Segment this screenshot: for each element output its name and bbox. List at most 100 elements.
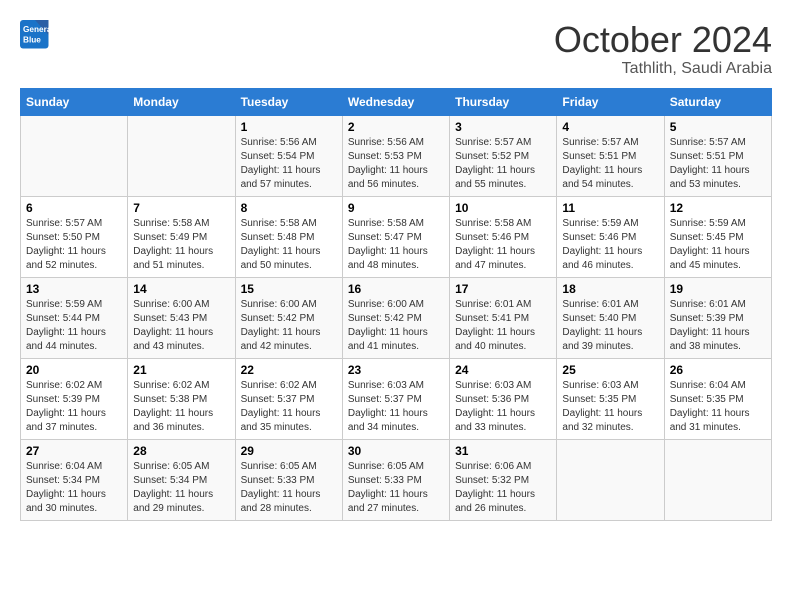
calendar-cell: 31 Sunrise: 6:06 AMSunset: 5:32 PMDayligh… bbox=[450, 439, 557, 520]
day-number: 18 bbox=[562, 282, 658, 296]
day-info: Sunrise: 6:03 AMSunset: 5:35 PMDaylight:… bbox=[562, 379, 658, 435]
calendar-table: SundayMondayTuesdayWednesdayThursdayFrid… bbox=[20, 88, 772, 521]
calendar-cell bbox=[557, 439, 664, 520]
day-number: 28 bbox=[133, 444, 229, 458]
svg-text:Blue: Blue bbox=[23, 36, 41, 45]
day-info: Sunrise: 6:02 AMSunset: 5:38 PMDaylight:… bbox=[133, 379, 229, 435]
col-header-thursday: Thursday bbox=[450, 88, 557, 115]
day-number: 17 bbox=[455, 282, 551, 296]
day-info: Sunrise: 6:05 AMSunset: 5:34 PMDaylight:… bbox=[133, 460, 229, 516]
calendar-cell bbox=[21, 115, 128, 196]
day-info: Sunrise: 5:58 AMSunset: 5:48 PMDaylight:… bbox=[241, 217, 337, 273]
day-number: 4 bbox=[562, 120, 658, 134]
calendar-cell: 13 Sunrise: 5:59 AMSunset: 5:44 PMDayligh… bbox=[21, 277, 128, 358]
day-info: Sunrise: 5:56 AMSunset: 5:54 PMDaylight:… bbox=[241, 136, 337, 192]
week-row-1: 1 Sunrise: 5:56 AMSunset: 5:54 PMDaylight… bbox=[21, 115, 772, 196]
day-info: Sunrise: 6:00 AMSunset: 5:43 PMDaylight:… bbox=[133, 298, 229, 354]
calendar-cell: 21 Sunrise: 6:02 AMSunset: 5:38 PMDayligh… bbox=[128, 358, 235, 439]
calendar-cell: 9 Sunrise: 5:58 AMSunset: 5:47 PMDaylight… bbox=[342, 196, 449, 277]
day-number: 6 bbox=[26, 201, 122, 215]
day-number: 9 bbox=[348, 201, 444, 215]
col-header-tuesday: Tuesday bbox=[235, 88, 342, 115]
day-info: Sunrise: 6:03 AMSunset: 5:37 PMDaylight:… bbox=[348, 379, 444, 435]
calendar-cell: 3 Sunrise: 5:57 AMSunset: 5:52 PMDaylight… bbox=[450, 115, 557, 196]
day-number: 15 bbox=[241, 282, 337, 296]
day-info: Sunrise: 6:05 AMSunset: 5:33 PMDaylight:… bbox=[348, 460, 444, 516]
calendar-cell: 28 Sunrise: 6:05 AMSunset: 5:34 PMDayligh… bbox=[128, 439, 235, 520]
day-number: 21 bbox=[133, 363, 229, 377]
calendar-cell: 17Sunrise: 6:01 AMSunset: 5:41 PMDayligh… bbox=[450, 277, 557, 358]
day-number: 31 bbox=[455, 444, 551, 458]
day-info: Sunrise: 5:58 AMSunset: 5:47 PMDaylight:… bbox=[348, 217, 444, 273]
day-number: 16 bbox=[348, 282, 444, 296]
day-number: 12 bbox=[670, 201, 766, 215]
col-header-monday: Monday bbox=[128, 88, 235, 115]
day-number: 19 bbox=[670, 282, 766, 296]
day-info: Sunrise: 6:06 AMSunset: 5:32 PMDaylight:… bbox=[455, 460, 551, 516]
day-number: 10 bbox=[455, 201, 551, 215]
day-info: Sunrise: 5:58 AMSunset: 5:49 PMDaylight:… bbox=[133, 217, 229, 273]
day-info: Sunrise: 5:58 AMSunset: 5:46 PMDaylight:… bbox=[455, 217, 551, 273]
day-info: Sunrise: 6:05 AMSunset: 5:33 PMDaylight:… bbox=[241, 460, 337, 516]
day-number: 24 bbox=[455, 363, 551, 377]
week-row-2: 6 Sunrise: 5:57 AMSunset: 5:50 PMDaylight… bbox=[21, 196, 772, 277]
day-info: Sunrise: 5:57 AMSunset: 5:52 PMDaylight:… bbox=[455, 136, 551, 192]
calendar-cell: 6 Sunrise: 5:57 AMSunset: 5:50 PMDaylight… bbox=[21, 196, 128, 277]
col-header-sunday: Sunday bbox=[21, 88, 128, 115]
day-info: Sunrise: 6:02 AMSunset: 5:37 PMDaylight:… bbox=[241, 379, 337, 435]
calendar-cell: 1 Sunrise: 5:56 AMSunset: 5:54 PMDaylight… bbox=[235, 115, 342, 196]
day-number: 25 bbox=[562, 363, 658, 377]
header-row: SundayMondayTuesdayWednesdayThursdayFrid… bbox=[21, 88, 772, 115]
location-subtitle: Tathlith, Saudi Arabia bbox=[554, 60, 772, 78]
calendar-cell: 15 Sunrise: 6:00 AMSunset: 5:42 PMDayligh… bbox=[235, 277, 342, 358]
col-header-friday: Friday bbox=[557, 88, 664, 115]
calendar-cell: 11 Sunrise: 5:59 AMSunset: 5:46 PMDayligh… bbox=[557, 196, 664, 277]
title-section: October 2024 Tathlith, Saudi Arabia bbox=[554, 20, 772, 78]
day-number: 5 bbox=[670, 120, 766, 134]
day-info: Sunrise: 5:57 AMSunset: 5:51 PMDaylight:… bbox=[562, 136, 658, 192]
col-header-saturday: Saturday bbox=[664, 88, 771, 115]
calendar-cell: 8 Sunrise: 5:58 AMSunset: 5:48 PMDaylight… bbox=[235, 196, 342, 277]
page-header: General Blue General Blue October 2024 T… bbox=[20, 20, 772, 78]
calendar-cell: 20Sunrise: 6:02 AMSunset: 5:39 PMDayligh… bbox=[21, 358, 128, 439]
day-number: 26 bbox=[670, 363, 766, 377]
day-info: Sunrise: 6:04 AMSunset: 5:34 PMDaylight:… bbox=[26, 460, 122, 516]
day-number: 11 bbox=[562, 201, 658, 215]
day-info: Sunrise: 5:57 AMSunset: 5:50 PMDaylight:… bbox=[26, 217, 122, 273]
day-info: Sunrise: 5:59 AMSunset: 5:44 PMDaylight:… bbox=[26, 298, 122, 354]
month-title: October 2024 bbox=[554, 20, 772, 60]
day-number: 29 bbox=[241, 444, 337, 458]
calendar-cell: 26 Sunrise: 6:04 AMSunset: 5:35 PMDayligh… bbox=[664, 358, 771, 439]
calendar-cell: 19Sunrise: 6:01 AMSunset: 5:39 PMDayligh… bbox=[664, 277, 771, 358]
day-info: Sunrise: 6:00 AMSunset: 5:42 PMDaylight:… bbox=[348, 298, 444, 354]
svg-text:General: General bbox=[23, 25, 50, 34]
day-number: 23 bbox=[348, 363, 444, 377]
day-info: Sunrise: 5:57 AMSunset: 5:51 PMDaylight:… bbox=[670, 136, 766, 192]
day-number: 8 bbox=[241, 201, 337, 215]
day-number: 13 bbox=[26, 282, 122, 296]
calendar-cell bbox=[664, 439, 771, 520]
calendar-cell: 2Sunrise: 5:56 AMSunset: 5:53 PMDaylight… bbox=[342, 115, 449, 196]
day-info: Sunrise: 6:03 AMSunset: 5:36 PMDaylight:… bbox=[455, 379, 551, 435]
col-header-wednesday: Wednesday bbox=[342, 88, 449, 115]
day-number: 30 bbox=[348, 444, 444, 458]
calendar-cell: 5 Sunrise: 5:57 AMSunset: 5:51 PMDaylight… bbox=[664, 115, 771, 196]
day-info: Sunrise: 5:59 AMSunset: 5:46 PMDaylight:… bbox=[562, 217, 658, 273]
day-number: 7 bbox=[133, 201, 229, 215]
calendar-cell: 24 Sunrise: 6:03 AMSunset: 5:36 PMDayligh… bbox=[450, 358, 557, 439]
day-number: 1 bbox=[241, 120, 337, 134]
day-number: 3 bbox=[455, 120, 551, 134]
day-info: Sunrise: 6:01 AMSunset: 5:40 PMDaylight:… bbox=[562, 298, 658, 354]
day-number: 20 bbox=[26, 363, 122, 377]
day-info: Sunrise: 6:04 AMSunset: 5:35 PMDaylight:… bbox=[670, 379, 766, 435]
day-number: 2 bbox=[348, 120, 444, 134]
logo: General Blue General Blue bbox=[20, 20, 54, 50]
calendar-cell: 18 Sunrise: 6:01 AMSunset: 5:40 PMDayligh… bbox=[557, 277, 664, 358]
calendar-cell: 16 Sunrise: 6:00 AMSunset: 5:42 PMDayligh… bbox=[342, 277, 449, 358]
day-number: 22 bbox=[241, 363, 337, 377]
calendar-cell: 25 Sunrise: 6:03 AMSunset: 5:35 PMDayligh… bbox=[557, 358, 664, 439]
day-number: 27 bbox=[26, 444, 122, 458]
week-row-4: 20Sunrise: 6:02 AMSunset: 5:39 PMDayligh… bbox=[21, 358, 772, 439]
calendar-cell: 14Sunrise: 6:00 AMSunset: 5:43 PMDayligh… bbox=[128, 277, 235, 358]
day-info: Sunrise: 6:00 AMSunset: 5:42 PMDaylight:… bbox=[241, 298, 337, 354]
